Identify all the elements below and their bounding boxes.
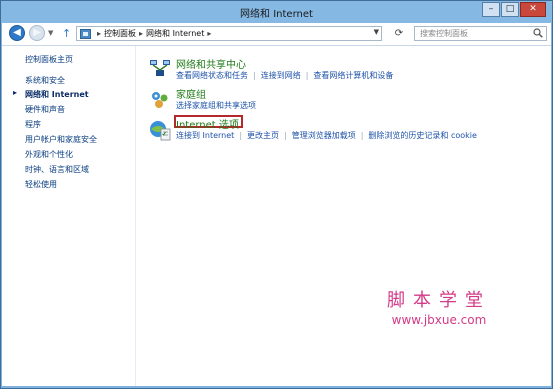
forward-arrow-icon: ▶ <box>33 27 41 38</box>
network-sharing-icon <box>150 60 170 76</box>
link-connect-to-internet[interactable]: 连接到 Internet <box>176 131 234 140</box>
back-button[interactable]: ◀ <box>9 25 25 41</box>
back-arrow-icon: ◀ <box>13 27 21 38</box>
minimize-button[interactable]: – <box>482 2 500 17</box>
breadcrumb-separator: ▸ <box>139 29 144 38</box>
sidebar-item-appearance[interactable]: 外观和个性化 <box>25 149 73 160</box>
homegroup-icon <box>152 92 168 108</box>
title-bar[interactable]: 网络和 Internet – □ ✕ <box>1 1 552 23</box>
sidebar-item-user-accounts[interactable]: 用户帐户和家庭安全 <box>25 134 97 145</box>
recent-locations-button[interactable]: ▼ <box>48 29 53 37</box>
address-dropdown-button[interactable]: ▼ <box>374 28 379 36</box>
link-separator: | <box>253 71 256 80</box>
window-title: 网络和 Internet <box>240 9 313 20</box>
link-separator: | <box>360 131 364 140</box>
watermark-url: www.jbxue.com <box>391 313 487 327</box>
link-separator: | <box>239 131 243 140</box>
content-area: 控制面板主页 系统和安全 ▸ 网络和 Internet 硬件和声音 程序 用户帐… <box>2 46 551 386</box>
category-title-network-sharing[interactable]: 网络和共享中心 <box>176 56 246 71</box>
sidebar-item-programs[interactable]: 程序 <box>25 119 41 130</box>
breadcrumb-separator: ▸ <box>207 29 212 38</box>
category-title-homegroup[interactable]: 家庭组 <box>176 86 206 101</box>
up-button[interactable]: ↑ <box>62 27 71 40</box>
sidebar-item-ease-of-access[interactable]: 轻松使用 <box>25 179 57 190</box>
breadcrumb-network-internet[interactable]: 网络和 Internet <box>146 28 204 39</box>
link-change-home-page[interactable]: 更改主页 <box>247 131 279 140</box>
breadcrumb-separator: ▸ <box>97 29 102 38</box>
link-delete-history[interactable]: 删除浏览的历史记录和 cookie <box>368 131 477 140</box>
sidebar: 控制面板主页 系统和安全 ▸ 网络和 Internet 硬件和声音 程序 用户帐… <box>2 46 136 386</box>
category-links-internet-options: 连接到 Internet | 更改主页 | 管理浏览器加载项 | 删除浏览的历史记录和 co… <box>176 130 477 141</box>
refresh-button[interactable]: ⟳ <box>389 27 409 41</box>
sidebar-item-network-internet[interactable]: 网络和 Internet <box>25 89 89 100</box>
refresh-icon: ⟳ <box>394 28 404 39</box>
navigation-bar: ◀ ▶ ▼ ↑ ▸ 控制面板 ▸ 网络和 Internet ▸ ▼ ⟳ <box>2 23 551 46</box>
link-view-network-status[interactable]: 查看网络状态和任务 <box>176 71 248 80</box>
search-icon[interactable] <box>533 28 543 38</box>
category-links-homegroup: 选择家庭组和共享选项 <box>176 100 256 111</box>
search-input[interactable] <box>415 27 530 40</box>
sidebar-item-system-security[interactable]: 系统和安全 <box>25 75 65 86</box>
breadcrumb-control-panel[interactable]: 控制面板 <box>104 28 136 39</box>
link-connect-to-network[interactable]: 连接到网络 <box>261 71 301 80</box>
up-arrow-icon: ↑ <box>62 27 72 40</box>
control-panel-icon <box>80 28 91 39</box>
maximize-button[interactable]: □ <box>501 2 519 17</box>
current-item-bullet: ▸ <box>13 88 18 97</box>
address-bar[interactable]: ▸ 控制面板 ▸ 网络和 Internet ▸ ▼ <box>76 26 382 41</box>
sidebar-item-home[interactable]: 控制面板主页 <box>25 54 73 65</box>
link-view-network-computers[interactable]: 查看网络计算机和设备 <box>313 71 393 80</box>
control-panel-window: 网络和 Internet – □ ✕ ◀ ▶ ▼ ↑ ▸ 控制面板 ▸ 网络和 … <box>0 0 553 389</box>
forward-button[interactable]: ▶ <box>29 25 45 41</box>
sidebar-item-clock-language[interactable]: 时钟、语言和区域 <box>25 164 89 175</box>
link-manage-addons[interactable]: 管理浏览器加载项 <box>292 131 356 140</box>
category-links-network-sharing: 查看网络状态和任务 | 连接到网络 | 查看网络计算机和设备 <box>176 70 393 81</box>
category-title-internet-options[interactable]: Internet 选项 <box>176 116 239 131</box>
window-controls: – □ ✕ <box>481 2 546 18</box>
link-separator: | <box>305 71 309 80</box>
internet-options-icon <box>150 121 171 141</box>
close-button[interactable]: ✕ <box>520 2 546 17</box>
link-separator: | <box>284 131 287 140</box>
watermark-text: 脚本学堂 <box>387 290 491 311</box>
watermark: 脚本学堂 www.jbxue.com <box>379 286 499 327</box>
main-panel: 网络和共享中心 查看网络状态和任务 | 连接到网络 | 查看网络计算机和设备 家庭组 选… <box>136 46 551 386</box>
sidebar-item-hardware-sound[interactable]: 硬件和声音 <box>25 104 65 115</box>
search-box <box>414 26 547 41</box>
link-homegroup-sharing-options[interactable]: 选择家庭组和共享选项 <box>176 101 256 110</box>
